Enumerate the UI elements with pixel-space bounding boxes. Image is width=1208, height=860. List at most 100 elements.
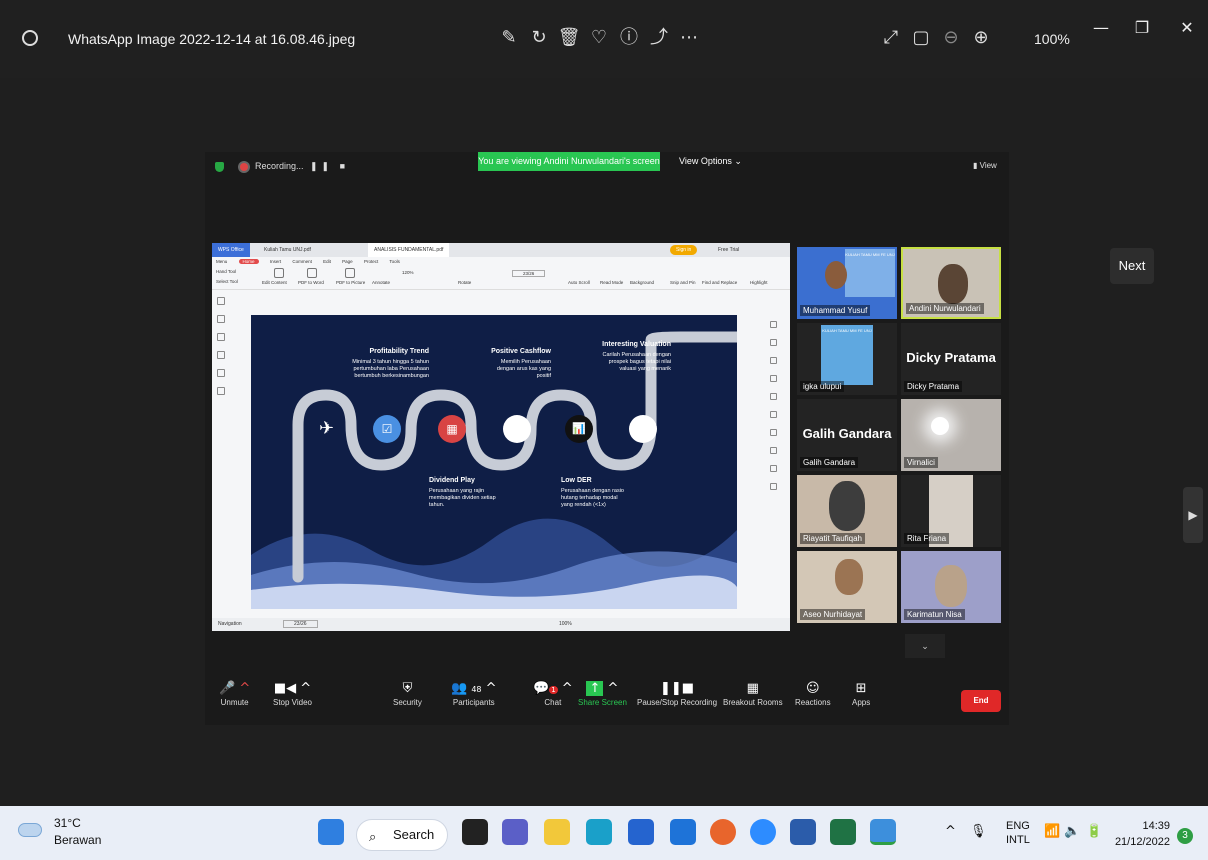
highlight-button[interactable]: Highlight [750, 280, 768, 285]
rotate-icon[interactable]: ↻ [524, 26, 554, 50]
participant-tile[interactable]: Rita Friana [901, 475, 1001, 547]
cloud-icon[interactable] [18, 823, 42, 837]
tool-icon[interactable] [770, 357, 777, 364]
tab-wps-office[interactable]: WPS Office [212, 243, 250, 257]
menu-tools[interactable]: Tools [389, 259, 400, 264]
battery-icon[interactable]: 🔋 [1086, 824, 1102, 839]
stop-video-button[interactable]: ■◀ ^ Stop Video [273, 680, 312, 707]
menu-comment[interactable]: Comment [292, 259, 312, 264]
zoom-indicator[interactable]: 100% [559, 621, 572, 627]
view-options-button[interactable]: View Options ⌄ [679, 156, 742, 167]
firefox-icon[interactable] [710, 819, 736, 845]
breakout-rooms-button[interactable]: ▦ Breakout Rooms [723, 680, 783, 707]
close-button[interactable]: ✕ [1172, 18, 1202, 42]
tab-analisis-fundamental[interactable]: ANALISIS FUNDAMENTAL.pdf [368, 243, 450, 257]
zoom-icon[interactable] [750, 819, 776, 845]
find-replace-button[interactable]: Find and Replace [702, 280, 737, 285]
comment-icon[interactable] [217, 333, 225, 341]
security-button[interactable]: ⛨ Security [393, 680, 422, 707]
participant-tile[interactable]: Virnalici [901, 399, 1001, 471]
photos-icon[interactable] [870, 819, 896, 845]
language-indicator[interactable]: ENG INTL [1006, 819, 1030, 847]
tool-icon[interactable] [770, 447, 777, 454]
tab-kuliah-tamu[interactable]: Kuliah Tamu UNJ.pdf [258, 243, 317, 257]
sign-in-button[interactable]: Sign in [670, 245, 698, 255]
tool-icon[interactable] [770, 321, 777, 328]
tool-icon[interactable] [770, 375, 777, 382]
pdf-to-picture-button[interactable]: PDF to Picture [336, 280, 365, 285]
zoom-out-icon[interactable]: ⊖ [936, 26, 966, 50]
start-button-icon[interactable] [318, 819, 344, 845]
volume-icon[interactable]: 🔈 [1064, 824, 1080, 839]
file-explorer-icon[interactable] [544, 819, 570, 845]
auto-scroll-button[interactable]: Auto Scroll [568, 280, 590, 285]
delete-icon[interactable]: 🗑 [554, 26, 584, 50]
search-panel-icon[interactable] [217, 387, 225, 395]
word-icon[interactable] [790, 819, 816, 845]
select-tool[interactable]: Select Tool [216, 279, 238, 284]
share-screen-button[interactable]: ↑ ^ Share Screen [578, 680, 627, 707]
pause-stop-recording-button[interactable]: ❚❚■ Pause/Stop Recording [637, 680, 717, 707]
participant-tile-active-speaker[interactable]: Andini Nurwulandari [901, 247, 1001, 319]
tool-icon[interactable] [770, 339, 777, 346]
restore-button[interactable]: ❐ [1127, 18, 1157, 42]
fit-to-window-icon[interactable]: ▢ [906, 26, 936, 50]
participants-button[interactable]: 👥 48 ^ Participants [451, 680, 497, 707]
participant-tile[interactable]: Galih Gandara Galih Gandara [797, 399, 897, 471]
zoom-select[interactable]: 120% [402, 270, 414, 275]
weather-temperature[interactable]: 31°C [54, 816, 81, 830]
weather-status[interactable]: Berawan [54, 833, 101, 847]
tool-icon[interactable] [770, 483, 777, 490]
thumbnail-icon[interactable] [217, 315, 225, 323]
participant-tile[interactable]: Karimatun Nisa [901, 551, 1001, 623]
next-button[interactable]: Next [1110, 248, 1154, 284]
next-arrow-icon[interactable]: ▶ [1183, 487, 1203, 543]
wifi-icon[interactable]: 📶 [1044, 824, 1060, 839]
layers-icon[interactable] [217, 369, 225, 377]
apps-button[interactable]: ⊞ Apps [852, 680, 870, 707]
excel-icon[interactable] [830, 819, 856, 845]
bookmark-icon[interactable] [217, 297, 225, 305]
edit-image-icon[interactable]: ✎ [494, 26, 524, 50]
pdf-to-word-button[interactable]: PDF to Word [298, 280, 324, 285]
free-trial-button[interactable]: Free Trial [712, 243, 745, 257]
tool-icon[interactable] [770, 411, 777, 418]
page-indicator[interactable]: 23/26 [283, 620, 318, 628]
reactions-button[interactable]: ☺ Reactions [795, 680, 831, 707]
share-icon[interactable]: ⤴ [644, 26, 674, 50]
participant-tile[interactable]: Dicky Pratama Dicky Pratama [901, 323, 1001, 395]
edit-content-button[interactable]: Edit Content [262, 280, 287, 285]
menu-protect[interactable]: Protect [364, 259, 378, 264]
participant-tile[interactable]: Aseo Nurhidayat [797, 551, 897, 623]
menu-page[interactable]: Page [342, 259, 353, 264]
zoom-level[interactable]: 100% [1034, 31, 1070, 47]
notification-badge[interactable]: 3 [1177, 828, 1193, 844]
tool-icon[interactable] [770, 429, 777, 436]
recording-controls[interactable]: ❚❚ ■ [310, 161, 349, 172]
task-view-icon[interactable] [462, 819, 488, 845]
tool-icon[interactable] [770, 393, 777, 400]
info-icon[interactable]: ⓘ [614, 26, 644, 50]
hand-tool[interactable]: Hand Tool [216, 269, 236, 274]
store-icon[interactable] [628, 819, 654, 845]
end-meeting-button[interactable]: End [961, 690, 1001, 712]
zoom-in-icon[interactable]: ⊕ [966, 26, 996, 50]
menu-insert[interactable]: Insert [270, 259, 281, 264]
background-button[interactable]: Background [630, 280, 654, 285]
view-button[interactable]: ▮ View [973, 161, 997, 170]
page-number-input[interactable]: 23/26 [512, 270, 546, 277]
rotate-button[interactable]: Rotate [458, 280, 471, 285]
participant-tile[interactable]: KULIAH TAMU MM FE UNJ igka ulupui [797, 323, 897, 395]
expand-icon[interactable]: ⤢ [876, 26, 906, 50]
attachment-icon[interactable] [217, 351, 225, 359]
edge-icon[interactable] [586, 819, 612, 845]
teams-icon[interactable] [502, 819, 528, 845]
tool-icon[interactable] [770, 465, 777, 472]
participant-tile[interactable]: KULIAH TAMU MM FE UNJ Muhammad Yusuf [797, 247, 897, 319]
participant-tile[interactable]: Riayatit Taufiqah [797, 475, 897, 547]
menu-edit[interactable]: Edit [323, 259, 331, 264]
annotate-button[interactable]: Annotate [372, 280, 390, 285]
more-options-icon[interactable]: ⋯ [674, 26, 704, 50]
favorite-icon[interactable]: ♡ [584, 26, 614, 50]
show-hidden-icons[interactable]: ^ [945, 824, 956, 839]
